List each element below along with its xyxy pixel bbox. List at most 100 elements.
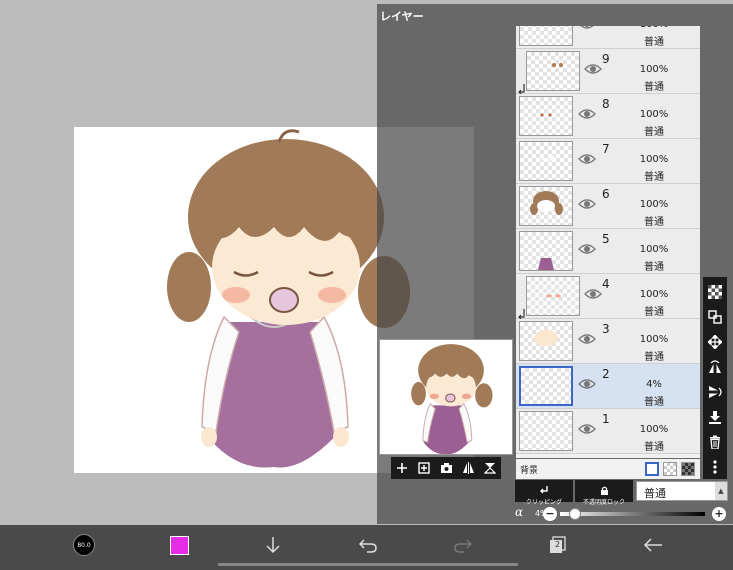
flip-vertical-icon[interactable]	[706, 383, 724, 401]
background-row[interactable]: 背景	[516, 459, 700, 479]
layer-blend-mode: 普通	[644, 262, 664, 273]
clipping-icon	[540, 486, 548, 494]
clipping-mark-icon	[518, 304, 526, 320]
eye-icon[interactable]	[578, 196, 596, 210]
layer-thumbnail[interactable]	[519, 141, 573, 181]
eye-icon[interactable]	[584, 61, 602, 75]
layer-row[interactable]: 4 100% 普通	[516, 274, 700, 320]
layer-row[interactable]: 6 100% 普通	[516, 184, 700, 229]
eye-icon[interactable]	[578, 241, 596, 255]
layer-opacity: 100%	[639, 289, 669, 300]
layer-thumbnail[interactable]	[526, 51, 580, 91]
layer-blend-mode: 普通	[644, 307, 664, 318]
layer-blend-mode: 普通	[644, 82, 664, 93]
blend-mode-select[interactable]: 普通 ▲	[636, 481, 728, 501]
layer-row[interactable]: 2 4% 普通	[516, 364, 700, 409]
layer-thumbnail[interactable]	[519, 26, 573, 46]
layer-opacity: 100%	[639, 199, 669, 210]
background-label: 背景	[520, 466, 539, 476]
layer-row[interactable]: 8 100% 普通	[516, 94, 700, 139]
color-button[interactable]	[166, 533, 192, 557]
layer-blend-mode: 普通	[644, 127, 664, 138]
eye-icon[interactable]	[584, 286, 602, 300]
layer-thumbnail[interactable]	[526, 276, 580, 316]
color-swatch	[169, 535, 189, 555]
layer-thumbnail[interactable]	[519, 321, 573, 361]
layer-number: 9	[602, 52, 610, 66]
layer-thumbnail[interactable]	[519, 231, 573, 271]
blend-mode-value: 普通	[644, 487, 666, 500]
layer-row[interactable]: 9 100% 普通	[516, 49, 700, 95]
undo-icon[interactable]	[355, 533, 381, 557]
layer-thumbnail[interactable]	[519, 366, 573, 406]
checker-icon[interactable]	[706, 283, 724, 301]
add-copy-icon[interactable]	[415, 459, 433, 477]
down-arrow-icon[interactable]	[260, 533, 286, 557]
brush-size-indicator: 80.0	[73, 534, 95, 556]
layer-row[interactable]: 100% 普通	[516, 26, 700, 49]
layer-count: 2	[555, 540, 561, 549]
layer-opacity: 100%	[639, 64, 669, 75]
layer-panel: レイヤー 100% 普通	[377, 4, 733, 524]
background-light-checker-swatch[interactable]	[663, 462, 677, 476]
redo-icon[interactable]	[450, 533, 476, 557]
select-layer-icon[interactable]	[706, 308, 724, 326]
eye-icon[interactable]	[578, 151, 596, 165]
flip-horizontal-icon[interactable]	[706, 358, 724, 376]
back-icon[interactable]	[640, 533, 666, 557]
camera-icon[interactable]	[437, 459, 455, 477]
opacity-slider-thumb[interactable]	[569, 508, 582, 520]
eye-icon[interactable]	[578, 26, 596, 30]
eye-icon[interactable]	[578, 376, 596, 390]
opacity-slider-row: α 4% − +	[515, 505, 729, 523]
layer-row[interactable]: 7 100% 普通	[516, 139, 700, 184]
layer-row[interactable]: 5 100% 普通	[516, 229, 700, 274]
lock-icon	[600, 486, 608, 495]
layer-blend-mode: 普通	[644, 397, 664, 408]
eye-icon[interactable]	[578, 421, 596, 435]
alpha-symbol: α	[515, 505, 524, 519]
transform-icon[interactable]	[481, 459, 499, 477]
layer-opacity: 4%	[646, 379, 662, 390]
opacity-plus-button[interactable]: +	[712, 507, 726, 521]
merge-down-icon[interactable]	[706, 408, 724, 426]
brush-size-button[interactable]: 80.0	[71, 533, 97, 557]
eye-icon[interactable]	[578, 106, 596, 120]
layer-number: 8	[602, 97, 610, 111]
eye-icon[interactable]	[578, 331, 596, 345]
panel-title: レイヤー	[380, 10, 424, 23]
move-icon[interactable]	[706, 333, 724, 351]
layer-blend-mode: 普通	[644, 217, 664, 228]
layer-blend-mode: 普通	[644, 37, 664, 48]
clipping-button[interactable]: クリッピング	[515, 480, 573, 506]
flip-icon[interactable]	[459, 459, 477, 477]
layer-side-toolbar	[703, 277, 727, 479]
layer-opacity: 100%	[639, 424, 669, 435]
background-dark-checker-swatch[interactable]	[681, 462, 695, 476]
more-icon[interactable]	[706, 458, 724, 476]
add-layer-icon[interactable]	[393, 459, 411, 477]
opacity-slider[interactable]	[560, 508, 705, 520]
layer-thumbnail[interactable]	[519, 96, 573, 136]
layer-opacity: 100%	[639, 109, 669, 120]
layer-blend-mode: 普通	[644, 172, 664, 183]
background-white-swatch[interactable]	[645, 462, 659, 476]
layer-row[interactable]: 1 100% 普通	[516, 409, 700, 454]
layer-number: 5	[602, 232, 610, 246]
layer-row[interactable]: 3 100% 普通	[516, 319, 700, 364]
layer-thumbnail[interactable]	[519, 411, 573, 451]
chevron-up-icon: ▲	[715, 482, 727, 500]
clipping-mark-icon	[518, 79, 526, 95]
layer-number: 4	[602, 277, 610, 291]
trash-icon[interactable]	[706, 433, 724, 451]
layer-thumbnail[interactable]	[519, 186, 573, 226]
canvas-preview	[379, 339, 513, 455]
alpha-lock-button[interactable]: 不透明度ロック	[575, 480, 633, 506]
layer-blend-mode: 普通	[644, 352, 664, 363]
layer-number: 3	[602, 322, 610, 336]
layers-icon[interactable]: 2	[545, 533, 571, 557]
layer-list[interactable]: 100% 普通 9 100% 普通 8 100% 普通 7 100% 普通 6 100% 普通 5 100% 普…	[516, 26, 700, 458]
layer-number: 7	[602, 142, 610, 156]
opacity-minus-button[interactable]: −	[543, 507, 557, 521]
layer-opacity: 100%	[624, 26, 684, 30]
